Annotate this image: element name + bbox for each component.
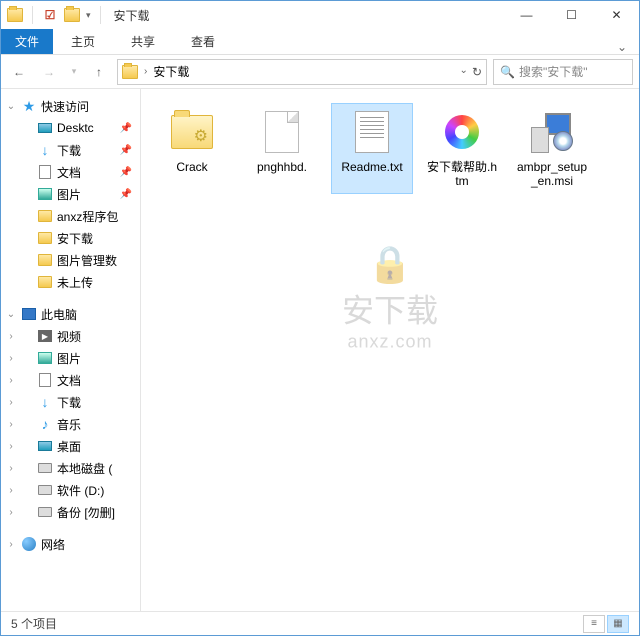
sidebar-item-videos[interactable]: ›▶视频 <box>1 325 140 347</box>
breadcrumb-chevron-icon[interactable]: › <box>144 66 147 77</box>
sidebar-item-documents2[interactable]: ›文档 <box>1 369 140 391</box>
minimize-button[interactable]: — <box>504 1 549 29</box>
drive-icon <box>37 460 53 476</box>
explorer-window: ☑ ▾ 安下载 — ☐ ✕ 文件 主页 共享 查看 ⌄ ← → ▾ ↑ › 安下… <box>0 0 640 636</box>
file-item-pnghhbd[interactable]: pnghhbd. <box>241 103 323 194</box>
tab-home[interactable]: 主页 <box>53 29 113 54</box>
address-folder-icon <box>122 64 138 80</box>
tab-view[interactable]: 查看 <box>173 29 233 54</box>
file-list[interactable]: 🔒 安下载 anxz.com Crack pnghhbd. Readme.txt… <box>141 89 639 611</box>
address-dropdown-icon[interactable]: ⌄ <box>460 65 468 79</box>
music-icon: ♪ <box>37 416 53 432</box>
watermark: 🔒 安下载 anxz.com <box>342 243 438 352</box>
sidebar-item-downloads[interactable]: ↓下载📌 <box>1 139 140 161</box>
sidebar-item-pictures[interactable]: 图片📌 <box>1 183 140 205</box>
folder-gear-icon <box>171 115 213 149</box>
htm-file-icon <box>442 112 482 152</box>
file-item-setup-msi[interactable]: ambpr_setup_en.msi <box>511 103 593 194</box>
sidebar-item-downloads2[interactable]: ›↓下载 <box>1 391 140 413</box>
picture-icon <box>37 186 53 202</box>
drive-icon <box>37 504 53 520</box>
star-icon: ★ <box>21 98 37 114</box>
network[interactable]: ›网络 <box>1 533 140 555</box>
file-item-crack[interactable]: Crack <box>151 103 233 194</box>
txt-file-icon <box>355 111 389 153</box>
sidebar-item-backup[interactable]: ›备份 [勿删] <box>1 501 140 523</box>
network-icon <box>21 536 37 552</box>
file-item-help-htm[interactable]: 安下载帮助.htm <box>421 103 503 194</box>
folder-icon <box>37 252 53 268</box>
view-details-button[interactable]: ≡ <box>583 615 605 633</box>
sidebar-item-anxz[interactable]: anxz程序包 <box>1 205 140 227</box>
close-button[interactable]: ✕ <box>594 1 639 29</box>
sidebar-item-anxiazai[interactable]: 安下载 <box>1 227 140 249</box>
blank-file-icon <box>265 111 299 153</box>
folder-icon <box>37 208 53 224</box>
forward-button[interactable]: → <box>37 60 61 84</box>
ribbon-tabs: 文件 主页 共享 查看 ⌄ <box>1 29 639 55</box>
sidebar-item-music[interactable]: ›♪音乐 <box>1 413 140 435</box>
sidebar-item-picmgmt[interactable]: 图片管理数 <box>1 249 140 271</box>
back-button[interactable]: ← <box>7 60 31 84</box>
this-pc[interactable]: ⌄此电脑 <box>1 303 140 325</box>
sidebar-item-localdisk[interactable]: ›本地磁盘 ( <box>1 457 140 479</box>
sidebar-item-desktop2[interactable]: ›桌面 <box>1 435 140 457</box>
navbar: ← → ▾ ↑ › 安下载 ⌄ ↻ 🔍 搜索"安下载" <box>1 55 639 89</box>
breadcrumb-current[interactable]: 安下载 <box>153 63 189 80</box>
sidebar-item-documents[interactable]: 文档📌 <box>1 161 140 183</box>
download-icon: ↓ <box>37 394 53 410</box>
window-title: 安下载 <box>114 7 150 24</box>
pin-icon: 📌 <box>120 189 136 200</box>
pin-icon: 📌 <box>120 145 136 156</box>
sidebar-item-pictures2[interactable]: ›图片 <box>1 347 140 369</box>
sidebar-item-desktop[interactable]: Desktc📌 <box>1 117 140 139</box>
up-button[interactable]: ↑ <box>87 60 111 84</box>
search-icon: 🔍 <box>500 65 515 79</box>
msi-file-icon <box>531 111 573 153</box>
qat-dropdown[interactable]: ▾ <box>86 10 91 21</box>
video-icon: ▶ <box>37 328 53 344</box>
titlebar: ☑ ▾ 安下载 — ☐ ✕ <box>1 1 639 29</box>
search-box[interactable]: 🔍 搜索"安下载" <box>493 59 633 85</box>
sidebar-item-notuploaded[interactable]: 未上传 <box>1 271 140 293</box>
refresh-button[interactable]: ↻ <box>472 65 482 79</box>
pin-icon: 📌 <box>120 167 136 178</box>
search-placeholder: 搜索"安下载" <box>519 63 588 80</box>
qat-properties-icon[interactable]: ☑ <box>42 7 58 23</box>
view-icons-button[interactable]: ▦ <box>607 615 629 633</box>
document-icon <box>37 164 53 180</box>
pin-icon: 📌 <box>120 123 136 134</box>
address-bar[interactable]: › 安下载 ⌄ ↻ <box>117 59 487 85</box>
desktop-icon <box>37 438 53 454</box>
folder-icon <box>37 274 53 290</box>
app-icon <box>7 7 23 23</box>
desktop-icon <box>37 120 53 136</box>
tab-share[interactable]: 共享 <box>113 29 173 54</box>
ribbon-expand[interactable]: ⌄ <box>605 40 639 54</box>
recent-dropdown[interactable]: ▾ <box>67 60 81 84</box>
folder-icon <box>37 230 53 246</box>
tab-file[interactable]: 文件 <box>1 29 53 54</box>
nav-pane: ⌄★ 快速访问 Desktc📌 ↓下载📌 文档📌 图片📌 anxz程序包 安下载… <box>1 89 141 611</box>
sidebar-item-drive-d[interactable]: ›软件 (D:) <box>1 479 140 501</box>
status-count: 5 个项目 <box>11 615 57 632</box>
maximize-button[interactable]: ☐ <box>549 1 594 29</box>
picture-icon <box>37 350 53 366</box>
pc-icon <box>21 306 37 322</box>
drive-icon <box>37 482 53 498</box>
statusbar: 5 个项目 ≡ ▦ <box>1 611 639 635</box>
file-item-readme[interactable]: Readme.txt <box>331 103 413 194</box>
quick-access[interactable]: ⌄★ 快速访问 <box>1 95 140 117</box>
qat-newfolder-icon[interactable] <box>64 7 80 23</box>
document-icon <box>37 372 53 388</box>
download-icon: ↓ <box>37 142 53 158</box>
